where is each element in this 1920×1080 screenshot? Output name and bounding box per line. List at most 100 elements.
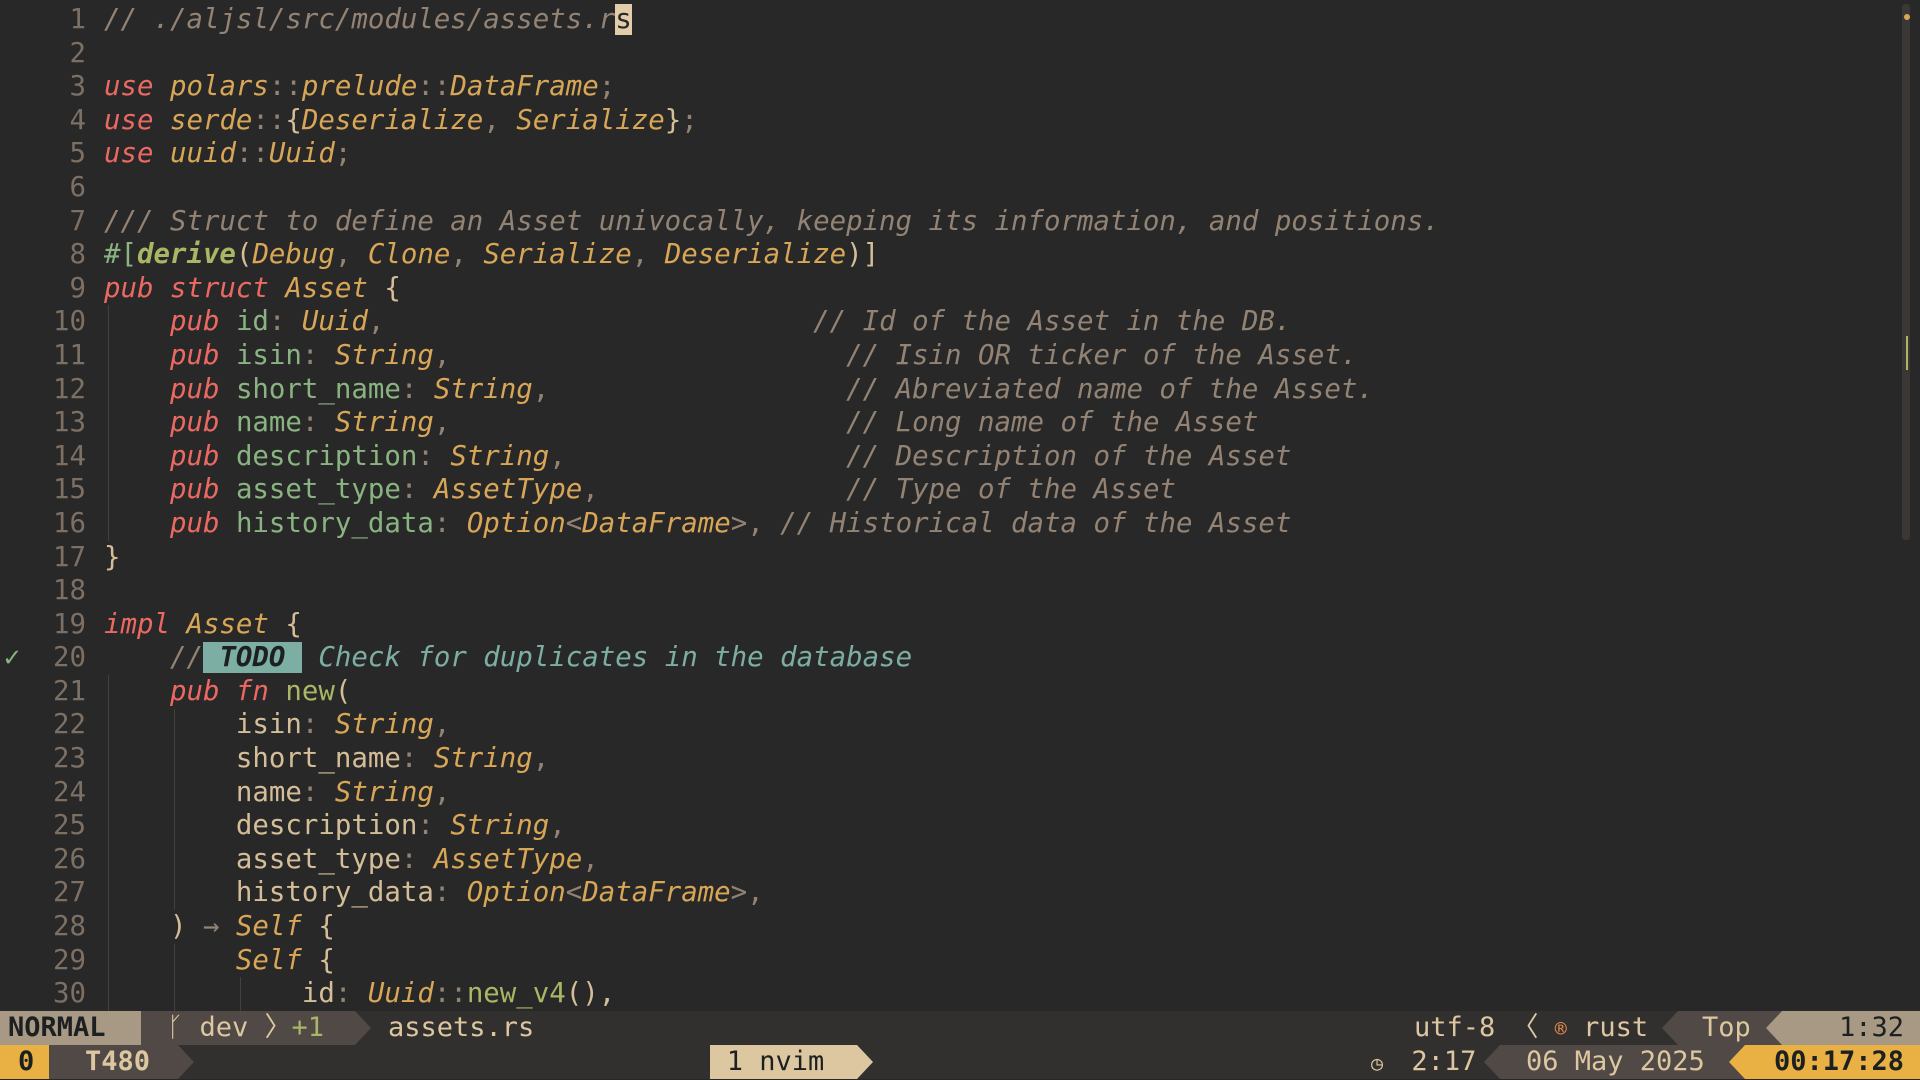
token: description bbox=[104, 810, 418, 842]
indent-guide bbox=[174, 708, 175, 911]
code-text: pub short_name: String, // Abreviated na… bbox=[104, 373, 1374, 407]
code-line[interactable]: 25 description: String, bbox=[0, 809, 1900, 843]
cursor-label: 1:32 bbox=[1838, 1012, 1904, 1043]
code-line[interactable]: 23 short_name: String, bbox=[0, 742, 1900, 776]
code-line[interactable]: 2 bbox=[0, 37, 1900, 71]
code-line[interactable]: 5 use uuid::Uuid; bbox=[0, 137, 1900, 171]
token: new_v4 bbox=[466, 978, 566, 1010]
token: Self bbox=[235, 911, 302, 943]
branch-name: dev bbox=[199, 1012, 249, 1043]
token: pub struct bbox=[104, 272, 286, 304]
token: // Long name of the Asset bbox=[846, 407, 1259, 439]
token: Deserialize bbox=[664, 239, 847, 271]
token: , bbox=[582, 843, 599, 875]
code-line[interactable]: 19 impl Asset { bbox=[0, 608, 1900, 642]
code-text: pub name: String, // Long name of the As… bbox=[104, 406, 1258, 440]
code-text: /// Struct to define an Asset univocally… bbox=[104, 205, 1440, 239]
token: Option bbox=[466, 877, 566, 909]
token: String bbox=[334, 407, 434, 439]
code-line[interactable]: 18 bbox=[0, 574, 1900, 608]
elapsed-label: 00:17:28 bbox=[1773, 1046, 1904, 1077]
token: // Historical data of the Asset bbox=[780, 507, 1292, 539]
token: , bbox=[433, 709, 451, 741]
token: Debug bbox=[252, 239, 335, 271]
indent-guide bbox=[108, 675, 109, 1011]
code-line[interactable]: 26 asset_type: AssetType, bbox=[0, 843, 1900, 877]
token: /// Struct to define an Asset univocally… bbox=[104, 205, 1440, 237]
token: Serialize bbox=[516, 104, 665, 136]
code-line[interactable]: 9 pub struct Asset { bbox=[0, 272, 1900, 306]
token: pub bbox=[104, 474, 236, 506]
code-line[interactable]: 24 name: String, bbox=[0, 776, 1900, 810]
code-text: pub asset_type: AssetType, // Type of th… bbox=[104, 473, 1176, 507]
code-line[interactable]: 15 pub asset_type: AssetType, // Type of… bbox=[0, 473, 1900, 507]
code-line[interactable]: 30 id: Uuid::new_v4(), bbox=[0, 977, 1900, 1011]
session-label: 0 bbox=[18, 1046, 35, 1077]
code-editor[interactable]: 1 // ./aljsl/src/modules/assets.rs 2 3 use p… bbox=[0, 3, 1900, 1011]
indent-guide bbox=[174, 943, 175, 1011]
code-line[interactable]: 10 pub id: Uuid, // Id of the Asset in t… bbox=[0, 305, 1900, 339]
code-text: pub fn new( bbox=[104, 675, 351, 709]
tmux-session[interactable]: 0 bbox=[0, 1045, 65, 1079]
tmux-window[interactable]: 1 nvim bbox=[694, 1045, 873, 1079]
code-line[interactable]: 6 bbox=[0, 171, 1900, 205]
code-line[interactable]: ✓ 20 // TODO Check for duplicates in the … bbox=[0, 641, 1900, 675]
code-line[interactable]: 29 Self { bbox=[0, 944, 1900, 978]
code-line[interactable]: 12 pub short_name: String, // Abreviated… bbox=[0, 373, 1900, 407]
token: derive bbox=[136, 239, 236, 271]
token: , bbox=[450, 239, 484, 271]
code-line[interactable]: 21 pub fn new( bbox=[0, 675, 1900, 709]
line-number: 1 bbox=[69, 4, 87, 35]
code-line[interactable]: 11 pub isin: String, // Isin OR ticker o… bbox=[0, 339, 1900, 373]
line-number: 18 bbox=[53, 575, 86, 607]
token: String bbox=[433, 743, 533, 775]
code-text: use serde::{Deserialize, Serialize}; bbox=[104, 104, 698, 138]
token: (), bbox=[565, 978, 616, 1010]
code-line[interactable]: 8 #[derive(Debug, Clone, Serialize, Deser… bbox=[0, 238, 1900, 272]
code-line[interactable]: 13 pub name: String, // Long name of the… bbox=[0, 406, 1900, 440]
code-text: use uuid::Uuid; bbox=[104, 137, 351, 171]
token: // Type of the Asset bbox=[846, 474, 1176, 506]
token: String bbox=[334, 776, 434, 808]
code-line[interactable]: 28 ) → Self { bbox=[0, 910, 1900, 944]
code-line[interactable]: 17} bbox=[0, 541, 1900, 575]
git-branch-icon: ᚴ bbox=[167, 1012, 200, 1043]
token: AssetType bbox=[433, 843, 583, 875]
code-line[interactable]: 16 pub history_data: Option<DataFrame>, … bbox=[0, 507, 1900, 541]
code-line[interactable]: 22 isin: String, bbox=[0, 708, 1900, 742]
date-label: 06 May 2025 bbox=[1526, 1046, 1705, 1077]
code-line[interactable]: 14 pub description: String, // Descripti… bbox=[0, 440, 1900, 474]
code-line[interactable]: 27 history_data: Option<DataFrame>, bbox=[0, 876, 1900, 910]
token: < bbox=[565, 507, 583, 539]
token: : bbox=[400, 743, 434, 775]
token: isin bbox=[235, 339, 302, 371]
code-line[interactable]: 4 use serde::{Deserialize, Serialize}; bbox=[0, 104, 1900, 138]
line-number: 7 bbox=[69, 205, 87, 237]
code-text: use polars::prelude::DataFrame; bbox=[104, 70, 615, 104]
code-line[interactable]: 7 /// Struct to define an Asset univocall… bbox=[0, 205, 1900, 239]
token: impl bbox=[104, 608, 187, 640]
token: pub bbox=[104, 373, 236, 405]
token: serde bbox=[169, 104, 253, 136]
code-text: history_data: Option<DataFrame>, bbox=[104, 876, 764, 910]
cursor-position: 1:32 bbox=[1766, 1011, 1920, 1045]
token: String bbox=[334, 339, 434, 371]
token: uuid bbox=[169, 138, 236, 170]
scrollbar[interactable] bbox=[1902, 4, 1910, 540]
token: : bbox=[400, 474, 434, 506]
token: Asset bbox=[186, 608, 269, 640]
line-number: 21 bbox=[53, 675, 86, 707]
token: pub bbox=[104, 440, 236, 472]
encoding: utf-8 bbox=[1414, 1012, 1496, 1043]
token: ( bbox=[235, 239, 253, 271]
token: use bbox=[104, 71, 170, 103]
token: description bbox=[235, 440, 418, 472]
time: 2:17 bbox=[1411, 1046, 1477, 1077]
line-number: 11 bbox=[53, 339, 86, 371]
code-line[interactable]: 3 use polars::prelude::DataFrame; bbox=[0, 70, 1900, 104]
code-line[interactable]: 1 // ./aljsl/src/modules/assets.rs bbox=[0, 3, 1900, 37]
token: { bbox=[285, 104, 302, 136]
token: // Isin OR ticker of the Asset. bbox=[846, 339, 1358, 371]
token: // Abreviated name of the Asset. bbox=[846, 373, 1374, 405]
line-number: 8 bbox=[69, 239, 87, 271]
